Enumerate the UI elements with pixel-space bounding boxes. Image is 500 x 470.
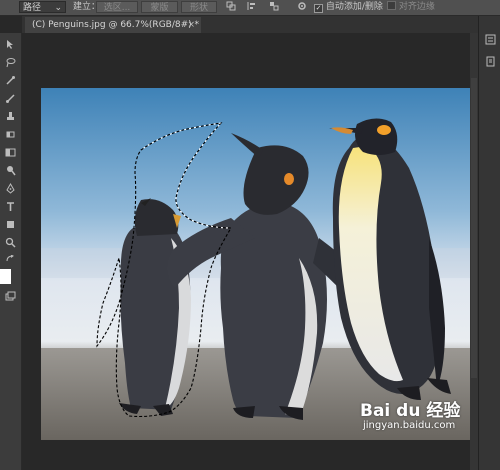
baidu-watermark: Bai du 经验 jingyan.baidu.com [360,396,470,440]
path-mode-select[interactable]: 路径 ⌄ [19,1,66,13]
move-icon[interactable] [3,39,18,54]
screen-mode-icon[interactable] [3,291,18,306]
brush-icon[interactable] [3,93,18,108]
tools-panel [0,33,22,470]
eyedropper-icon[interactable] [3,75,18,90]
close-icon[interactable]: × [187,17,195,33]
make-shape-button[interactable]: 形状 [181,1,217,13]
make-selection-button[interactable]: 选区... [96,1,138,13]
gradient-icon[interactable] [3,147,18,162]
shape-icon[interactable] [3,219,18,234]
zoom-icon[interactable] [3,237,18,252]
pen-icon[interactable] [3,183,18,198]
penguins-photo [41,88,470,440]
watermark-url: jingyan.baidu.com [363,420,456,431]
document-tab-bar: (C) Penguins.jpg @ 66.7%(RGB/8#) * × [22,16,478,33]
path-mode-value: 路径 [23,3,42,13]
swap-colors-icon[interactable] [3,254,18,265]
properties-icon[interactable] [482,56,498,72]
scrollbar-thumb[interactable] [471,78,477,378]
watermark-brand: Bai du 经验 [360,401,461,421]
options-bar: 路径 ⌄ 建立： 选区... 蒙版 形状 ✓ 自动添加/删除 对齐边缘 [0,0,500,16]
align-edges-option[interactable]: 对齐边缘 [387,1,435,13]
align-edges-checkbox[interactable] [387,1,396,10]
align-edges-label: 对齐边缘 [398,2,435,12]
document-tab-title: (C) Penguins.jpg @ 66.7%(RGB/8#) * [32,20,200,30]
auto-add-delete-option[interactable]: ✓ 自动添加/删除 [314,1,383,13]
history-icon[interactable] [482,34,498,50]
document-tab[interactable]: (C) Penguins.jpg @ 66.7%(RGB/8#) * × [25,17,201,33]
path-operations-icon[interactable] [225,1,237,13]
gear-icon[interactable] [296,1,308,13]
path-arrangement-icon[interactable] [268,1,280,13]
auto-add-delete-label: 自动添加/删除 [325,2,383,12]
right-panel-strip [478,16,500,470]
lasso-icon[interactable] [3,57,18,72]
auto-add-delete-checkbox[interactable]: ✓ [314,4,323,13]
canvas-vertical-scrollbar[interactable] [470,33,478,470]
chevron-down-icon: ⌄ [54,3,62,13]
dodge-icon[interactable] [3,165,18,180]
type-icon[interactable] [3,201,18,216]
background-color-swatch[interactable] [0,269,11,284]
stamp-icon[interactable] [3,111,18,126]
make-mask-button[interactable]: 蒙版 [141,1,178,13]
path-alignment-icon[interactable] [246,1,258,13]
eraser-icon[interactable] [3,129,18,144]
